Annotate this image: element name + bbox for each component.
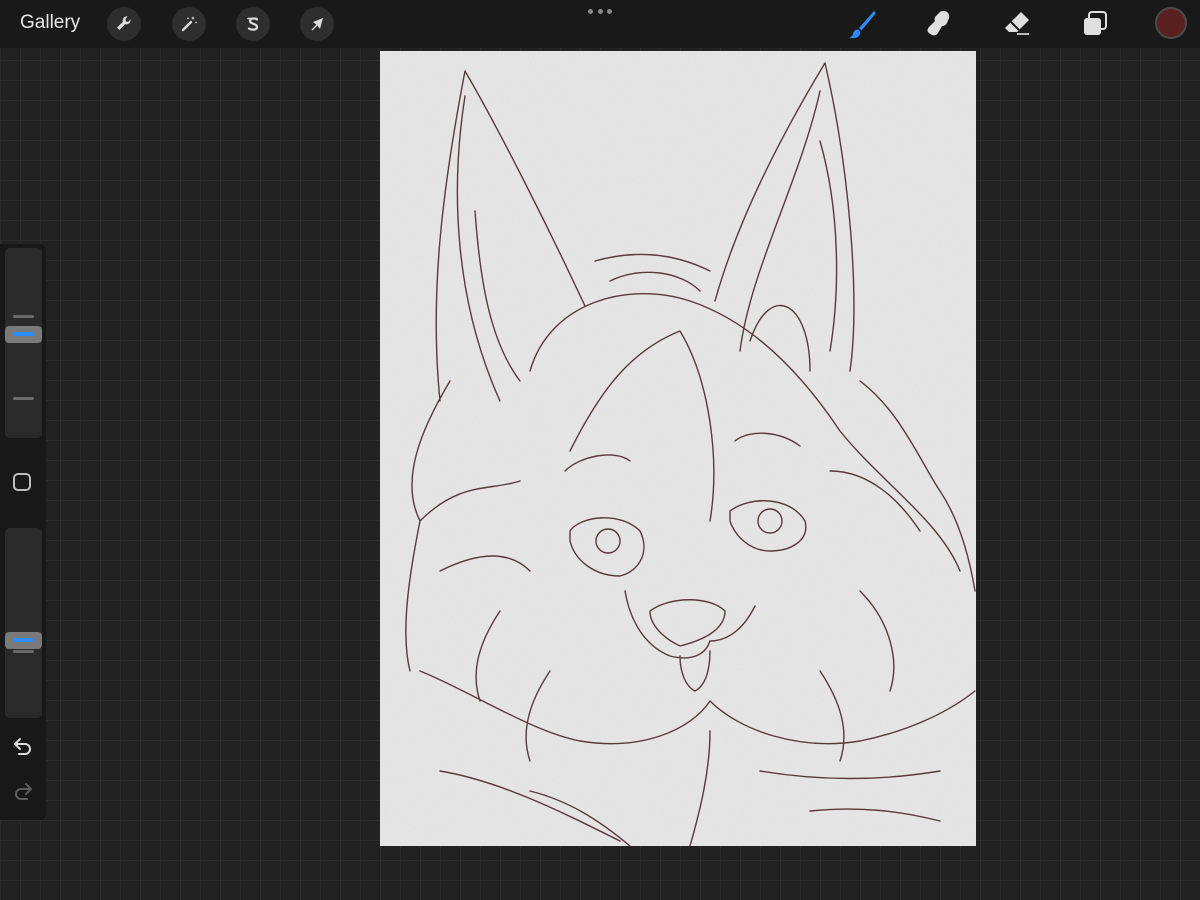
brush-tool-button[interactable] [844, 6, 880, 42]
brush-size-thumb[interactable] [5, 325, 42, 343]
color-picker-button[interactable] [1155, 7, 1187, 39]
top-toolbar: Gallery [0, 0, 1200, 48]
magic-wand-icon [181, 16, 198, 32]
dot [588, 8, 593, 14]
smudge-tool-button[interactable] [922, 6, 958, 42]
layers-button[interactable] [1077, 6, 1113, 42]
smudge-finger-icon [927, 11, 950, 36]
dot [607, 8, 612, 14]
selection-button[interactable] [236, 7, 270, 41]
fox-sketch [380, 51, 976, 846]
actions-button[interactable] [107, 7, 141, 41]
slider-tick [13, 315, 34, 318]
transform-button[interactable] [300, 7, 334, 41]
eraser-tool-button[interactable] [999, 6, 1035, 42]
layers-icon [1084, 11, 1107, 35]
arrow-cursor-icon [311, 18, 323, 31]
more-dots-icon[interactable] [588, 6, 612, 16]
eraser-icon [1005, 12, 1029, 35]
gallery-button[interactable]: Gallery [20, 12, 80, 34]
wrench-icon [117, 16, 131, 30]
slider-tick [13, 650, 34, 653]
brush-icon [849, 11, 876, 39]
redo-icon[interactable] [11, 779, 35, 803]
adjustments-button[interactable] [172, 7, 206, 41]
selection-s-icon [247, 17, 259, 31]
dot [597, 8, 603, 14]
opacity-slider[interactable] [5, 528, 42, 718]
left-sidebar [0, 244, 46, 820]
drawing-canvas[interactable] [380, 51, 976, 846]
slider-tick [13, 397, 34, 400]
paper-texture [380, 51, 976, 846]
brush-size-slider[interactable] [5, 248, 42, 438]
undo-icon[interactable] [11, 734, 35, 758]
square-modify-icon[interactable] [13, 473, 31, 491]
opacity-thumb[interactable] [5, 631, 42, 649]
